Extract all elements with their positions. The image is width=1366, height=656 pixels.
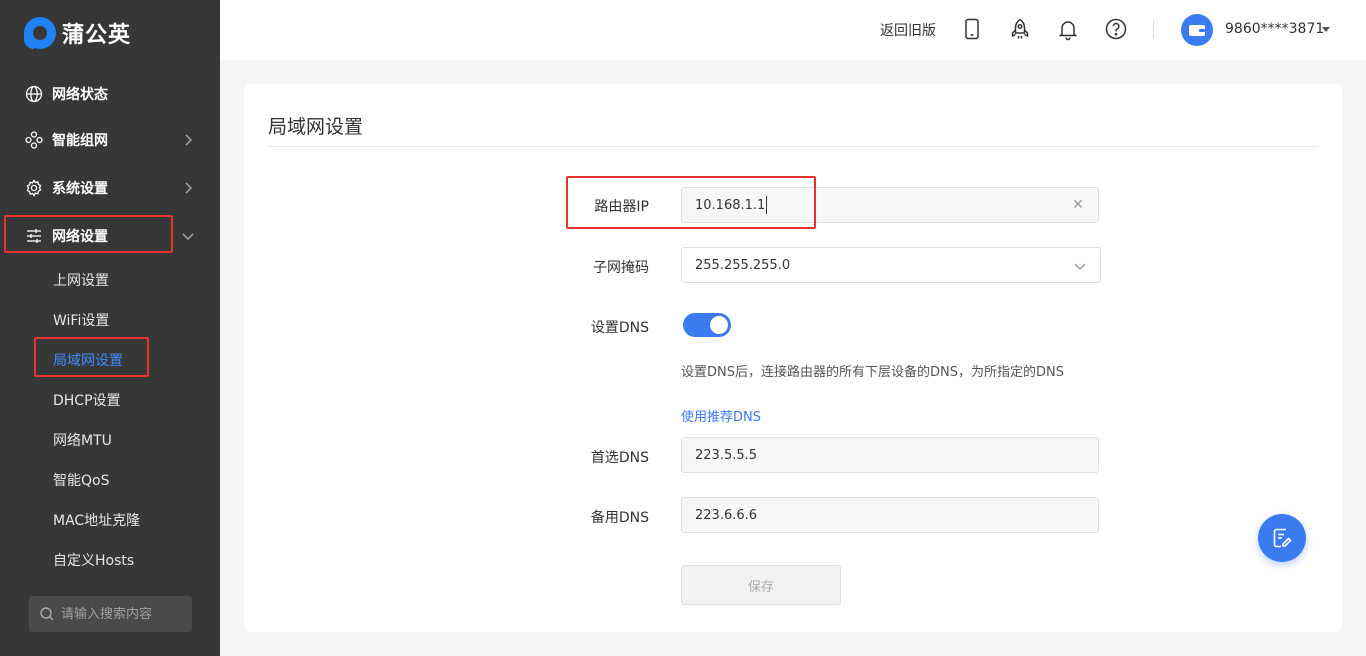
sidebar-subitem-smart-qos[interactable]: 智能QoS bbox=[53, 465, 109, 495]
sidebar-item-label: 智能组网 bbox=[52, 133, 108, 149]
primary-dns-label: 首选DNS bbox=[590, 450, 649, 466]
help-icon[interactable] bbox=[1104, 17, 1128, 41]
wallet-icon bbox=[1189, 25, 1205, 36]
router-ip-label: 路由器IP bbox=[594, 199, 649, 215]
secondary-dns-label: 备用DNS bbox=[590, 510, 649, 526]
router-ip-value: 10.168.1.1 bbox=[695, 197, 766, 213]
subnet-mask-label: 子网掩码 bbox=[593, 260, 649, 276]
sidebar: 蒲公英 网络状态 智能组网 系统设置 网络设置 上网设置 WiFi设置 局域网设… bbox=[0, 0, 220, 656]
sidebar-subitem-wifi-settings[interactable]: WiFi设置 bbox=[53, 305, 109, 335]
back-to-old-version-link[interactable]: 返回旧版 bbox=[880, 20, 936, 40]
sidebar-item-smart-network[interactable]: 智能组网 bbox=[0, 118, 220, 162]
rocket-icon[interactable] bbox=[1008, 17, 1032, 41]
feedback-button[interactable] bbox=[1258, 514, 1306, 562]
use-recommended-dns-link[interactable]: 使用推荐DNS bbox=[681, 406, 761, 425]
primary-dns-input[interactable]: 223.5.5.5 bbox=[681, 437, 1099, 473]
avatar[interactable] bbox=[1181, 14, 1213, 46]
subnet-mask-value: 255.255.255.0 bbox=[695, 257, 791, 273]
primary-dns-value: 223.5.5.5 bbox=[695, 447, 758, 463]
search-icon bbox=[40, 607, 54, 621]
page-title: 局域网设置 bbox=[268, 116, 364, 138]
brand-name: 蒲公英 bbox=[62, 23, 132, 48]
save-button[interactable]: 保存 bbox=[681, 565, 841, 605]
sidebar-item-network-status[interactable]: 网络状态 bbox=[0, 72, 220, 116]
bell-icon[interactable] bbox=[1056, 17, 1080, 41]
network-icon bbox=[24, 130, 44, 150]
dns-hint-text: 设置DNS后，连接路由器的所有下层设备的DNS，为所指定的DNS bbox=[681, 365, 1064, 380]
sidebar-search bbox=[29, 596, 192, 632]
edit-note-icon bbox=[1273, 528, 1292, 548]
set-dns-label: 设置DNS bbox=[590, 320, 649, 336]
top-header: 返回旧版 9860****3871 bbox=[220, 0, 1366, 60]
sidebar-item-label: 系统设置 bbox=[52, 181, 108, 197]
logo-icon bbox=[24, 17, 56, 49]
sidebar-subitem-custom-hosts[interactable]: 自定义Hosts bbox=[53, 545, 134, 575]
sidebar-subitem-lan-settings[interactable]: 局域网设置 bbox=[53, 345, 123, 375]
toggle-knob bbox=[710, 316, 728, 334]
header-divider bbox=[1153, 20, 1154, 38]
sidebar-item-label: 网络设置 bbox=[52, 229, 108, 245]
chevron-right-icon bbox=[185, 182, 192, 194]
title-divider bbox=[268, 146, 1318, 147]
set-dns-toggle[interactable] bbox=[683, 313, 731, 337]
chevron-right-icon bbox=[185, 134, 192, 146]
secondary-dns-input[interactable]: 223.6.6.6 bbox=[681, 497, 1099, 533]
sliders-icon bbox=[24, 226, 44, 246]
chevron-down-icon bbox=[182, 233, 194, 240]
secondary-dns-value: 223.6.6.6 bbox=[695, 507, 758, 523]
lan-settings-card: 局域网设置 路由器IP 10.168.1.1 ✕ 子网掩码 255.255.25… bbox=[244, 84, 1342, 632]
gear-icon bbox=[24, 178, 44, 198]
subnet-mask-select[interactable]: 255.255.255.0 bbox=[681, 247, 1101, 283]
sidebar-subitem-mac-clone[interactable]: MAC地址克隆 bbox=[53, 505, 140, 535]
sidebar-subitem-internet-settings[interactable]: 上网设置 bbox=[53, 265, 109, 295]
sidebar-subitem-network-mtu[interactable]: 网络MTU bbox=[53, 425, 112, 455]
logo[interactable]: 蒲公英 bbox=[24, 15, 131, 51]
caret-down-icon[interactable] bbox=[1322, 27, 1330, 32]
user-account-name[interactable]: 9860****3871 bbox=[1225, 21, 1324, 37]
text-cursor bbox=[766, 196, 768, 214]
sidebar-item-network-settings[interactable]: 网络设置 bbox=[0, 214, 220, 258]
mobile-icon[interactable] bbox=[960, 17, 984, 41]
sidebar-item-system-settings[interactable]: 系统设置 bbox=[0, 166, 220, 210]
search-input[interactable] bbox=[61, 606, 181, 622]
sidebar-item-label: 网络状态 bbox=[52, 87, 108, 103]
router-ip-input[interactable]: 10.168.1.1 ✕ bbox=[681, 187, 1099, 223]
chevron-down-icon bbox=[1074, 263, 1086, 270]
sidebar-subitem-dhcp-settings[interactable]: DHCP设置 bbox=[53, 385, 121, 415]
clear-icon[interactable]: ✕ bbox=[1070, 197, 1086, 213]
globe-icon bbox=[24, 84, 44, 104]
